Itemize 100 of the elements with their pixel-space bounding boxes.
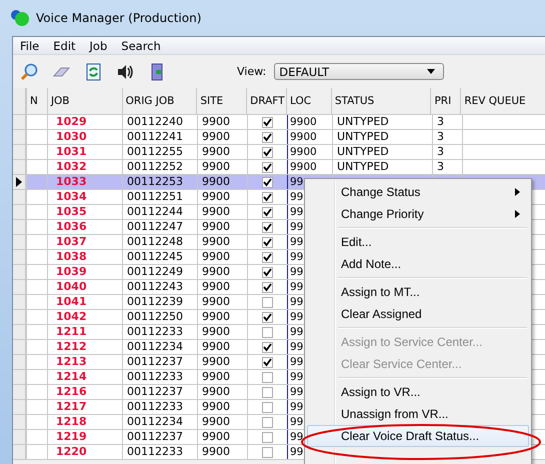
table-cell: 00112239: [122, 295, 197, 309]
table-cell: 3: [432, 160, 462, 174]
table-cell: 00112240: [122, 115, 197, 129]
table-cell: 9900: [197, 265, 247, 279]
column-header[interactable]: LOC: [286, 88, 331, 114]
table-cell: 1219: [47, 430, 122, 444]
column-header[interactable]: PRI: [430, 88, 460, 114]
checkbox[interactable]: [262, 192, 273, 202]
table-cell: 1041: [47, 295, 122, 309]
table-cell: 00112245: [122, 250, 197, 264]
column-header[interactable]: SITE: [196, 88, 246, 114]
checkbox[interactable]: [262, 132, 273, 142]
column-header[interactable]: REV QUEUE: [460, 88, 545, 114]
checkbox[interactable]: [262, 266, 273, 278]
checkbox[interactable]: [262, 252, 273, 262]
table-cell: 1032: [47, 160, 122, 174]
table-cell: 1037: [47, 235, 122, 249]
column-header[interactable]: DRAFT: [246, 88, 286, 114]
table-cell: 3: [432, 130, 462, 144]
checkbox[interactable]: [262, 372, 273, 382]
table-cell: 9900: [287, 145, 332, 159]
checkbox[interactable]: [262, 402, 273, 412]
table-cell: 1031: [47, 145, 122, 159]
table-cell: 9900: [197, 220, 247, 234]
table-cell: 9900: [197, 370, 247, 384]
table-cell: UNTYPED: [332, 115, 432, 129]
table-cell: 1038: [47, 250, 122, 264]
checkbox[interactable]: [262, 222, 273, 232]
menu-item[interactable]: Clear Voice Draft Status...: [307, 425, 529, 447]
table-cell: 1211: [47, 325, 122, 339]
table-cell: 00112233: [122, 325, 197, 339]
menu-item[interactable]: File: [13, 38, 46, 52]
current-row-icon: [16, 177, 22, 187]
table-cell: 9900: [197, 130, 247, 144]
table-cell: UNTYPED: [332, 130, 432, 144]
table-cell: 1035: [47, 205, 122, 219]
table-cell: 00112237: [122, 430, 197, 444]
table-cell: 00112252: [122, 160, 197, 174]
checkbox[interactable]: [262, 432, 273, 442]
table-cell: 00112243: [122, 280, 197, 294]
menu-item[interactable]: Search: [114, 38, 168, 52]
table-cell: 00112255: [122, 145, 197, 159]
checkbox[interactable]: [262, 326, 273, 338]
table-row[interactable]: 1031 00112255 9900 9900 UNTYPED 3: [13, 145, 545, 160]
table-cell: 00112237: [122, 355, 197, 369]
table-cell: 9900: [197, 235, 247, 249]
table-cell: 00112233: [122, 370, 197, 384]
column-header[interactable]: STATUS: [330, 88, 430, 114]
table-cell: 1034: [47, 190, 122, 204]
table-cell: 9900: [287, 160, 332, 174]
checkbox[interactable]: [262, 282, 273, 292]
table-cell: 9900: [197, 310, 247, 324]
table-row[interactable]: 1029 00112240 9900 9900 UNTYPED 3: [13, 115, 545, 130]
checkbox[interactable]: [262, 116, 273, 128]
checkbox[interactable]: [262, 342, 273, 352]
checkbox[interactable]: [262, 416, 273, 428]
view-dropdown[interactable]: DEFAULT: [274, 63, 444, 80]
table-cell: 9900: [197, 385, 247, 399]
app-logo-icon: [10, 9, 30, 27]
checkbox[interactable]: [262, 446, 273, 458]
table-cell: 9900: [197, 295, 247, 309]
checkbox[interactable]: [262, 356, 273, 368]
table-cell: 00112249: [122, 265, 197, 279]
table-cell: 00112253: [122, 175, 197, 189]
column-header[interactable]: JOB: [46, 88, 122, 114]
checkbox[interactable]: [262, 296, 273, 308]
checkbox[interactable]: [262, 312, 273, 322]
table-cell: 00112248: [122, 235, 197, 249]
table-cell: 9900: [197, 280, 247, 294]
table-cell: 9900: [287, 115, 332, 129]
table-cell: 00112237: [122, 385, 197, 399]
table-cell: 00112247: [122, 220, 197, 234]
checkbox[interactable]: [262, 236, 273, 248]
search-icon[interactable]: [19, 62, 39, 82]
menu-item[interactable]: Edit: [46, 38, 83, 52]
table-cell: 9900: [197, 340, 247, 354]
checkbox[interactable]: [262, 146, 273, 158]
table-cell: 1033: [47, 175, 122, 189]
table-cell: 1212: [47, 340, 122, 354]
table-cell: 1220: [47, 445, 122, 459]
table-cell: 9900: [197, 445, 247, 459]
table-cell: 9900: [197, 430, 247, 444]
checkbox[interactable]: [262, 386, 273, 398]
table-cell: 9900: [197, 400, 247, 414]
view-label: View:: [237, 65, 266, 78]
column-header[interactable]: ORIG JOB: [122, 88, 196, 114]
table-cell: 9900: [197, 325, 247, 339]
table-cell: 9900: [197, 250, 247, 264]
checkbox[interactable]: [262, 206, 273, 218]
table-cell: 9900: [197, 175, 247, 189]
table-cell: 00112244: [122, 205, 197, 219]
table-cell: 1040: [47, 280, 122, 294]
column-header[interactable]: N: [26, 88, 47, 114]
table-cell: 9900: [197, 160, 247, 174]
checkbox[interactable]: [262, 176, 273, 188]
checkbox[interactable]: [262, 162, 273, 172]
menu-item[interactable]: Job: [82, 38, 114, 52]
table-cell: 9900: [197, 115, 247, 129]
table-cell: 9900: [197, 205, 247, 219]
table-row[interactable]: 1030 00112241 9900 9900 UNTYPED 3: [13, 130, 545, 145]
